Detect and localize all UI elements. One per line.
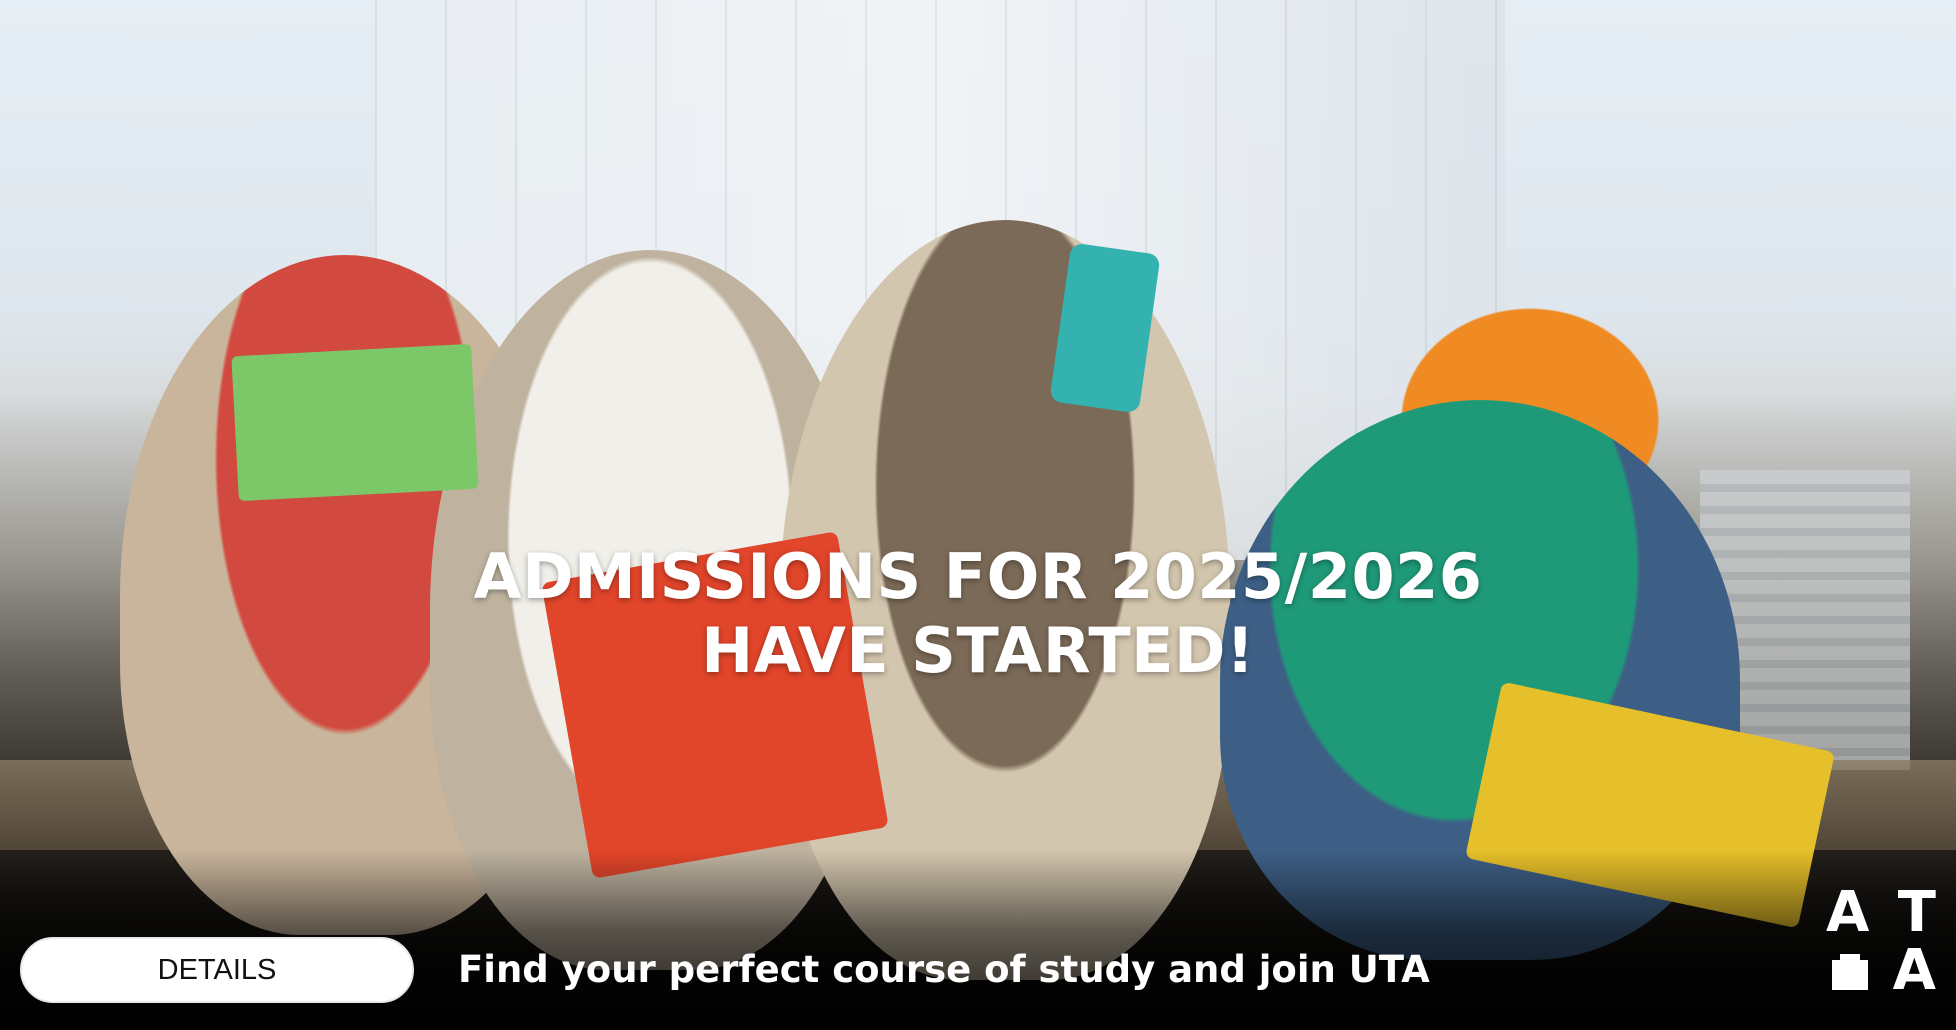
admissions-banner[interactable]: ADMISSIONS FOR 2025/2026 HAVE STARTED! D… [0,0,1956,1030]
headline: ADMISSIONS FOR 2025/2026 HAVE STARTED! [0,540,1956,688]
uta-logo[interactable]: A T A [1826,884,1936,1008]
headline-line2: HAVE STARTED! [701,614,1255,687]
bear-icon [1832,954,1868,990]
logo-letter-a1: A [1826,880,1870,945]
logo-letter-t: T [1897,880,1936,945]
details-button[interactable]: DETAILS [20,937,414,1003]
headline-line1: ADMISSIONS FOR 2025/2026 [473,540,1483,613]
logo-letter-a2: A [1892,938,1936,1003]
green-folder [231,343,479,502]
tagline: Find your perfect course of study and jo… [458,948,1430,991]
